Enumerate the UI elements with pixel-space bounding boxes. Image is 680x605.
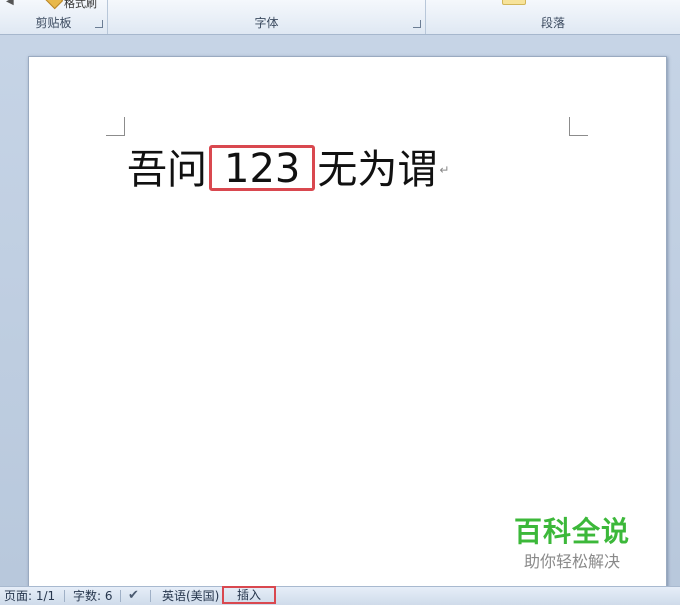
clipboard-group-label: 剪贴板 <box>35 16 72 30</box>
margin-corner-top-right-icon <box>569 117 588 136</box>
proofing-check-icon[interactable]: ✔ <box>128 588 139 603</box>
paragraph-mark-icon: ↵ <box>439 163 450 177</box>
insert-mode-toggle[interactable]: 插入 <box>222 586 276 604</box>
status-divider <box>64 590 65 602</box>
ribbon: ◀ 格式刷 剪贴板 字体 段落 <box>0 0 680 35</box>
paragraph-style-icon[interactable] <box>502 0 526 5</box>
font-launcher-icon[interactable] <box>413 20 421 28</box>
language-indicator[interactable]: 英语(美国) <box>162 587 219 605</box>
font-group: 字体 <box>108 0 426 34</box>
text-after: 无为谓 <box>317 147 438 193</box>
margin-corner-top-left-icon <box>106 117 125 136</box>
undo-arrow-icon[interactable]: ◀ <box>6 0 14 7</box>
insert-mode-label: 插入 <box>236 588 261 602</box>
highlighted-number: 123 <box>209 145 316 191</box>
word-count[interactable]: 字数: 6 <box>73 587 113 605</box>
clipboard-group: ◀ 格式刷 剪贴板 <box>0 0 108 34</box>
document-page[interactable]: 吾问 123 无为谓 ↵ 百科全说 助你轻松解决 <box>28 56 667 598</box>
clipboard-launcher-icon[interactable] <box>95 20 103 28</box>
format-painter-button[interactable]: 格式刷 <box>64 0 97 11</box>
text-before: 吾问 <box>127 147 207 193</box>
watermark-title: 百科全说 <box>513 515 630 548</box>
watermark-logo: 百科全说 助你轻松解决 <box>507 515 637 573</box>
paragraph-group: 段落 <box>426 0 680 34</box>
status-divider <box>150 590 151 602</box>
document-text-line[interactable]: 吾问 123 无为谓 ↵ <box>127 145 450 193</box>
page-indicator[interactable]: 页面: 1/1 <box>4 587 55 605</box>
font-group-label: 字体 <box>254 16 279 30</box>
status-bar: 页面: 1/1 字数: 6 ✔ 英语(美国) 插入 <box>0 586 680 605</box>
format-painter-icon[interactable] <box>44 0 64 10</box>
status-divider <box>120 590 121 602</box>
watermark-subtitle: 助你轻松解决 <box>523 552 620 571</box>
document-workspace[interactable]: 吾问 123 无为谓 ↵ 百科全说 助你轻松解决 <box>0 35 680 598</box>
paragraph-group-label: 段落 <box>540 16 565 30</box>
